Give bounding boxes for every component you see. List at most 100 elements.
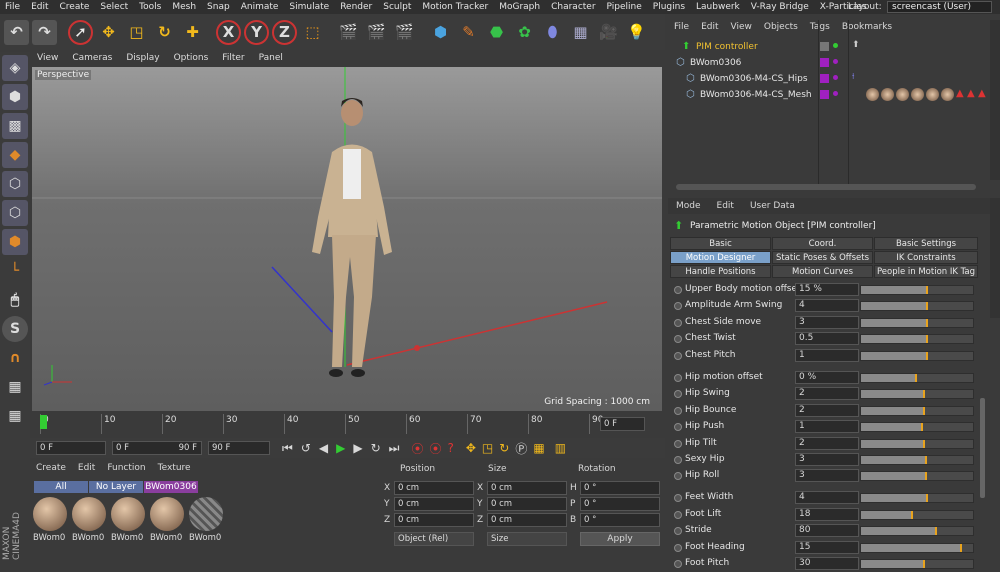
object-menu-tags[interactable]: Tags <box>810 22 830 32</box>
undo-icon[interactable]: ↶ <box>4 19 29 45</box>
pen-icon[interactable]: ✎ <box>456 20 481 45</box>
material-menu-function[interactable]: Function <box>107 463 145 473</box>
timeline-ruler[interactable]: 0102030405060708090 0 F <box>30 412 665 438</box>
tweak-mode-icon[interactable]: 🖱 <box>2 287 28 313</box>
param-slider[interactable] <box>860 526 974 536</box>
attribute-tab[interactable]: Basic Settings <box>874 237 978 250</box>
visibility-dot[interactable] <box>833 43 838 48</box>
animate-radio-icon[interactable] <box>674 527 682 535</box>
param-value-field[interactable]: 3 <box>795 316 859 329</box>
param-slider[interactable] <box>860 493 974 503</box>
restriction-tag-icon[interactable]: ▲ <box>978 88 986 99</box>
animate-radio-icon[interactable] <box>674 560 682 568</box>
make-editable-icon[interactable]: ◈ <box>2 55 28 81</box>
light-icon[interactable]: 💡 <box>624 20 649 45</box>
menu-animate[interactable]: Animate <box>241 2 279 12</box>
menu-plugins[interactable]: Plugins <box>653 2 685 12</box>
param-slider[interactable] <box>860 318 974 328</box>
rotation-field[interactable]: 0 ° <box>580 513 660 527</box>
animate-radio-icon[interactable] <box>674 440 682 448</box>
cube-icon[interactable]: ⬢ <box>428 20 453 45</box>
param-slider[interactable] <box>860 439 974 449</box>
param-slider[interactable] <box>860 351 974 361</box>
param-value-field[interactable]: 3 <box>795 453 859 466</box>
material-filter[interactable]: BWom0306 <box>144 481 198 493</box>
rotation-field[interactable]: 0 ° <box>580 497 660 511</box>
material-tag-icon[interactable] <box>941 88 954 101</box>
attribute-tab[interactable]: Basic <box>670 237 771 250</box>
timeline-window-icon[interactable]: ▥ <box>555 441 566 455</box>
material-menu-edit[interactable]: Edit <box>78 463 95 473</box>
param-slider[interactable] <box>860 455 974 465</box>
param-slider[interactable] <box>860 559 974 569</box>
material-item[interactable]: BWom0 <box>72 497 108 543</box>
attribute-scrollbar[interactable] <box>980 398 985 498</box>
viewport-menu-panel[interactable]: Panel <box>259 53 283 63</box>
solo-icon[interactable]: S <box>2 316 28 342</box>
right-side-tabs[interactable] <box>990 20 1000 180</box>
layer-color-icon[interactable] <box>820 42 829 51</box>
attribute-tab[interactable]: Motion Curves <box>772 265 873 278</box>
pim-tag-icon[interactable]: ⬆ <box>852 40 860 50</box>
param-value-field[interactable]: 15 <box>795 541 859 554</box>
edges-mode-icon[interactable]: ⬡ <box>2 200 28 226</box>
attribute-tab[interactable]: Handle Positions <box>670 265 771 278</box>
record-icon[interactable]: ⦿ <box>411 440 423 457</box>
object-scrollbar[interactable] <box>676 184 976 190</box>
attribute-menu-edit[interactable]: Edit <box>717 201 734 211</box>
attribute-tab[interactable]: People in Motion IK Tag <box>874 265 978 278</box>
viewport-menu-view[interactable]: View <box>37 53 58 63</box>
position-field[interactable]: 0 cm <box>394 481 474 495</box>
key-position-icon[interactable]: ✥ <box>466 441 476 455</box>
next-frame-icon[interactable]: ▶ <box>353 441 362 455</box>
param-slider[interactable] <box>860 406 974 416</box>
object-menu-file[interactable]: File <box>674 22 689 32</box>
recent-tool-icon[interactable]: ✚ <box>180 20 205 45</box>
object-row[interactable]: ⬡ BWom0306-M4-CS_Hips ⟊ <box>668 72 988 86</box>
param-value-field[interactable]: 1 <box>795 349 859 362</box>
redo-icon[interactable]: ↷ <box>32 19 57 45</box>
material-tag-icon[interactable] <box>881 88 894 101</box>
param-slider[interactable] <box>860 422 974 432</box>
material-tag-icon[interactable] <box>866 88 879 101</box>
param-value-field[interactable]: 2 <box>795 437 859 450</box>
animate-radio-icon[interactable] <box>674 511 682 519</box>
menu-mograph[interactable]: MoGraph <box>499 2 540 12</box>
layer-color-icon[interactable] <box>820 90 829 99</box>
menu-tools[interactable]: Tools <box>139 2 161 12</box>
visibility-dot[interactable] <box>833 75 838 80</box>
animate-radio-icon[interactable] <box>674 302 682 310</box>
key-parameter-icon[interactable]: Ⓟ <box>515 440 527 457</box>
object-row[interactable]: ⬆ PIM controller ⬆ <box>668 40 988 54</box>
param-value-field[interactable]: 0.5 <box>795 332 859 345</box>
param-slider[interactable] <box>860 301 974 311</box>
visibility-dot[interactable] <box>833 59 838 64</box>
material-menu-texture[interactable]: Texture <box>158 463 191 473</box>
go-to-start-icon[interactable]: ⏮ <box>282 441 293 456</box>
param-slider[interactable] <box>860 389 974 399</box>
coord-mode-select[interactable]: Object (Rel) <box>394 532 474 546</box>
menu-sculpt[interactable]: Sculpt <box>383 2 411 12</box>
axis-mode-icon[interactable]: └ <box>2 258 28 284</box>
next-key-icon[interactable]: ↻ <box>371 441 381 455</box>
layer-color-icon[interactable] <box>820 74 829 83</box>
layout-select[interactable]: screencast (User) <box>887 1 992 13</box>
end-frame-field[interactable]: 90 F <box>208 441 270 455</box>
param-slider[interactable] <box>860 543 974 553</box>
attributes-side-tab[interactable] <box>990 198 1000 318</box>
material-item[interactable]: BWom0 <box>189 497 225 543</box>
material-item[interactable]: BWom0 <box>111 497 147 543</box>
scale-icon[interactable]: ◳ <box>124 20 149 45</box>
previous-key-icon[interactable]: ↺ <box>301 441 311 455</box>
material-filter[interactable]: No Layer <box>89 481 143 493</box>
material-tag-icon[interactable] <box>896 88 909 101</box>
camera-icon[interactable]: 🎥 <box>596 20 621 45</box>
object-menu-edit[interactable]: Edit <box>701 22 718 32</box>
viewport-menu-options[interactable]: Options <box>174 53 209 63</box>
apply-button[interactable]: Apply <box>580 532 660 546</box>
menu-laubwerk[interactable]: Laubwerk <box>696 2 740 12</box>
key-pla-icon[interactable]: ▦ <box>533 441 544 455</box>
animate-radio-icon[interactable] <box>674 390 682 398</box>
param-slider[interactable] <box>860 471 974 481</box>
y-axis-icon[interactable]: Y <box>244 19 269 45</box>
